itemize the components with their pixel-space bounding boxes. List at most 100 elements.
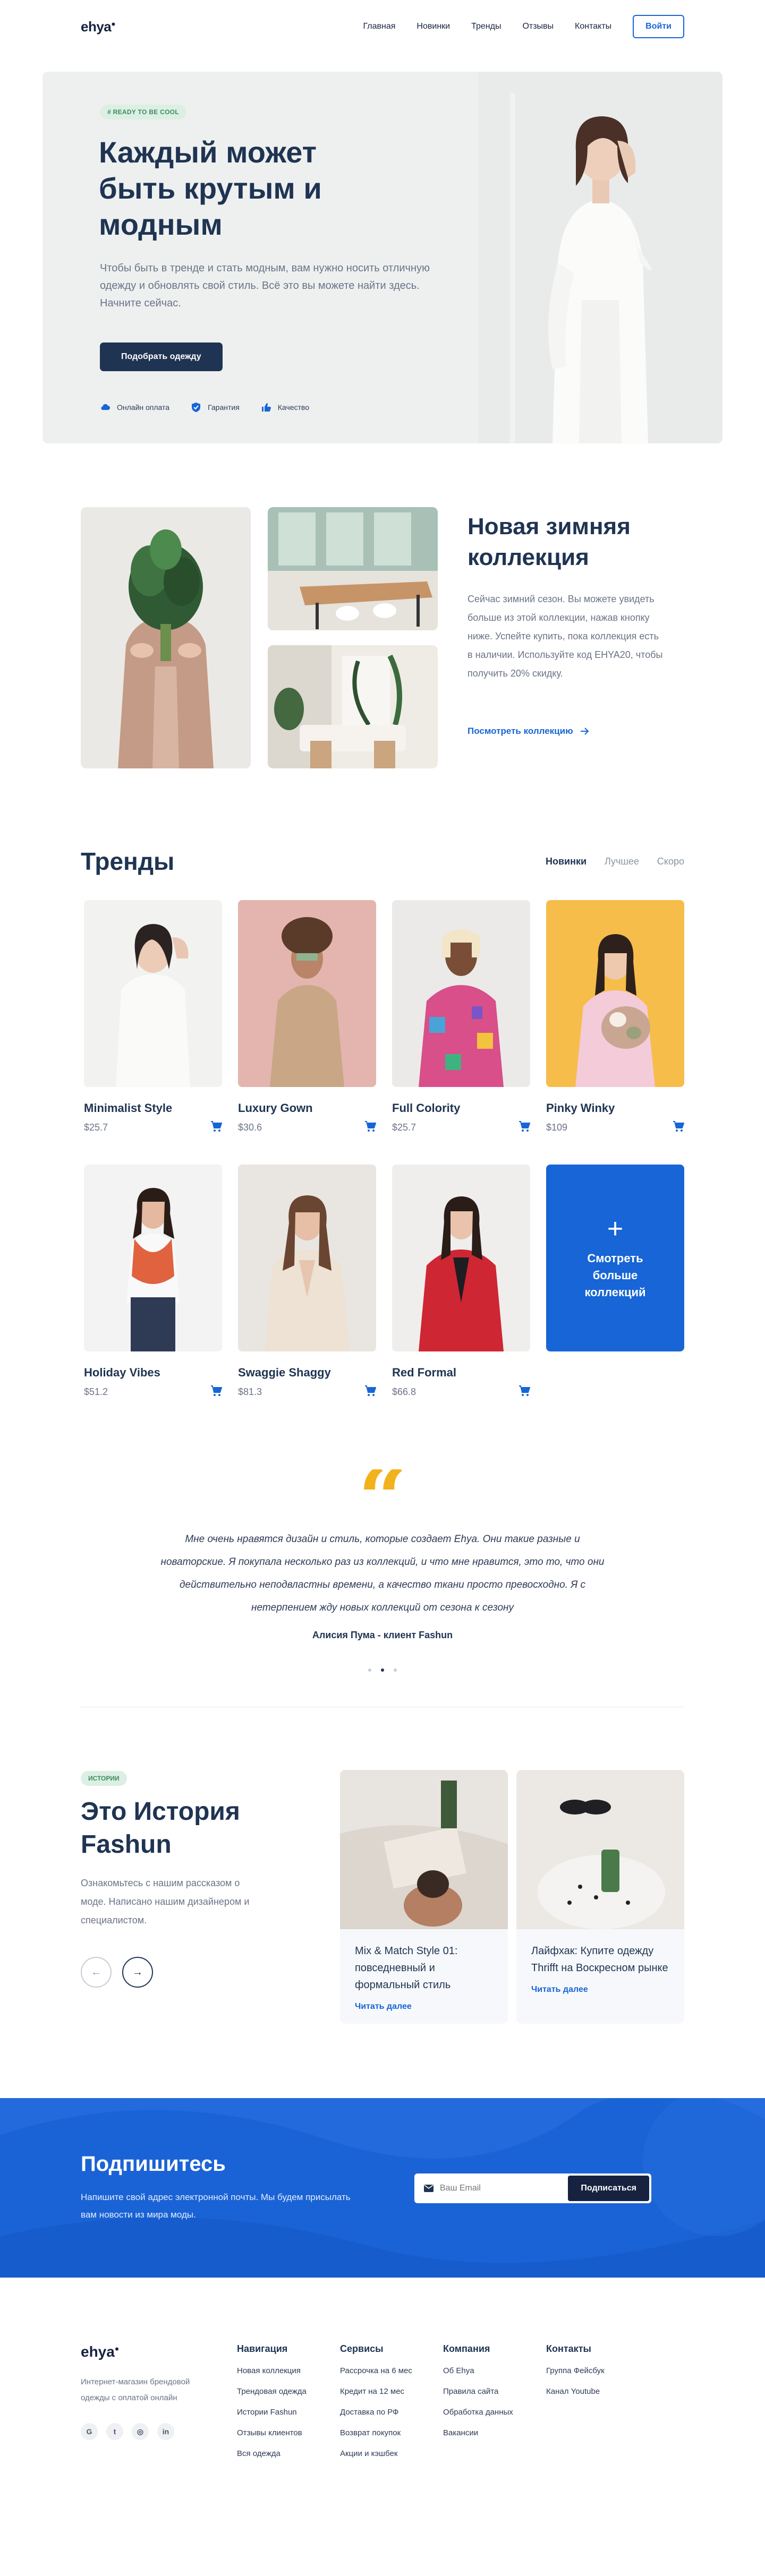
footer-link[interactable]: Возврат покупок [340,2428,412,2437]
product-price: $109 [546,1122,568,1133]
read-more-link[interactable]: Читать далее [531,1985,669,1995]
google-icon[interactable]: G [81,2423,98,2440]
product-name[interactable]: Minimalist Style [84,1101,222,1115]
linkedin-icon[interactable]: in [157,2423,174,2440]
product-name[interactable]: Holiday Vibes [84,1366,222,1380]
footer-link[interactable]: Трендовая одежда [237,2387,307,2396]
product-name[interactable]: Red Formal [392,1366,530,1380]
add-to-cart-button[interactable] [518,1385,531,1399]
nav-contacts[interactable]: Контакты [575,22,611,31]
footer-link[interactable]: Вакансии [443,2428,513,2437]
product-card[interactable]: Luxury Gown $30.6 [238,900,377,1135]
trends-tabs: Новинки Лучшее Скоро [546,856,684,867]
arrow-left-icon: ← [91,1966,101,1978]
product-price: $81.3 [238,1387,262,1397]
stories-section: ИСТОРИИ Это История Fashun Ознакомьтесь … [81,1770,684,2024]
footer-link[interactable]: Об Ehya [443,2366,513,2375]
footer-link[interactable]: Акции и кэшбек [340,2449,412,2458]
cloud-icon [101,404,110,410]
footer-link[interactable]: Доставка по РФ [340,2408,412,2417]
footer-description: Интернет-магазин брендовой одежды с опла… [81,2377,190,2402]
story-card[interactable]: Mix & Match Style 01: повседневный и фор… [340,1770,508,2024]
subscribe-button[interactable]: Подписаться [568,2176,649,2201]
testimonial-pagination [81,1668,684,1672]
login-button[interactable]: Войти [633,15,684,38]
product-name[interactable]: Full Colority [392,1101,530,1115]
next-arrow-button[interactable]: → [122,1957,153,1988]
add-to-cart-button[interactable] [210,1120,223,1135]
product-card[interactable]: Full Colority $25.7 [392,900,531,1135]
tab-best[interactable]: Лучшее [605,856,639,867]
subscribe-section: Подпишитесь Напишите свой адрес электрон… [0,2098,765,2278]
product-card[interactable]: Swaggie Shaggy $81.3 [238,1165,377,1399]
footer-link[interactable]: Вся одежда [237,2449,307,2458]
product-photo-luxury-gown [238,900,376,1087]
footer-logo-text: ehya [81,2343,115,2360]
collection-photo-interior [268,645,438,768]
product-name[interactable]: Pinky Winky [546,1101,684,1115]
tab-soon[interactable]: Скоро [657,856,684,867]
footer-column-company: Компания Об Ehya Правила сайта Обработка… [443,2343,513,2449]
logo[interactable]: ehya● [81,19,116,35]
product-price: $25.7 [392,1122,416,1133]
mail-icon [424,2185,434,2192]
product-card[interactable]: Red Formal $66.8 [392,1165,531,1399]
nav-reviews[interactable]: Отзывы [522,22,554,31]
arrow-right-icon [580,728,589,735]
view-collection-link[interactable]: Посмотреть коллекцию [468,726,589,737]
product-price: $51.2 [84,1387,108,1397]
footer-link[interactable]: Кредит на 12 мес [340,2387,412,2396]
nav-home[interactable]: Главная [363,22,396,31]
read-more-link[interactable]: Читать далее [355,2002,493,2012]
prev-arrow-button[interactable]: ← [81,1957,112,1988]
footer-link[interactable]: Рассрочка на 6 мес [340,2366,412,2375]
add-to-cart-button[interactable] [364,1385,377,1399]
product-name[interactable]: Swaggie Shaggy [238,1366,376,1380]
product-price: $66.8 [392,1387,416,1397]
pagination-dot-active[interactable] [381,1668,384,1672]
footer-link[interactable]: Истории Fashun [237,2408,307,2417]
logo-dot: ● [114,2344,120,2353]
product-name[interactable]: Luxury Gown [238,1101,376,1115]
add-to-cart-button[interactable] [364,1120,377,1135]
footer-column-title: Контакты [546,2343,591,2354]
product-row: $81.3 [238,1385,377,1399]
story-photo-reading [340,1770,508,1929]
nav-trends[interactable]: Тренды [471,22,501,31]
product-card[interactable]: Minimalist Style $25.7 [84,900,223,1135]
cart-icon [365,1121,377,1132]
hero-features: Онлайн оплата Гарантия Качество [100,402,309,413]
twitter-icon[interactable]: t [106,2423,123,2440]
add-to-cart-button[interactable] [210,1385,223,1399]
story-title[interactable]: Mix & Match Style 01: повседневный и фор… [355,1942,493,1993]
subscribe-text: Напишите свой адрес электронной почты. М… [81,2192,351,2220]
story-card[interactable]: Лайфхак: Купите одежду Thrifft на Воскре… [516,1770,684,2024]
footer-link[interactable]: Группа Фейсбук [546,2366,605,2375]
feature-label: Гарантия [208,403,240,412]
product-photo-red-formal [392,1165,530,1351]
add-to-cart-button[interactable] [673,1120,685,1135]
pagination-dot[interactable] [368,1668,371,1672]
main-nav: Главная Новинки Тренды Отзывы Контакты В… [363,15,684,38]
footer-logo[interactable]: ehya● [81,2343,119,2360]
nav-new[interactable]: Новинки [416,22,450,31]
footer-link[interactable]: Отзывы клиентов [237,2428,307,2437]
tab-new[interactable]: Новинки [546,856,586,867]
email-input[interactable] [440,2184,568,2193]
footer-link[interactable]: Новая коллекция [237,2366,307,2375]
view-more-collections-button[interactable]: + Смотреть больше коллекций [546,1165,684,1351]
instagram-icon[interactable]: ◎ [132,2423,149,2440]
testimonial-text: Мне очень нравятся дизайн и стиль, котор… [160,1534,605,1613]
footer-link[interactable]: Канал Youtube [546,2387,605,2396]
footer-link[interactable]: Обработка данных [443,2408,513,2417]
story-title[interactable]: Лайфхак: Купите одежду Thrifft на Воскре… [531,1942,669,1976]
stories-text: Ознакомьтесь с нашим рассказом о моде. Н… [81,1878,250,1925]
add-to-cart-button[interactable] [518,1120,531,1135]
pick-clothes-button[interactable]: Подобрать одежду [100,343,223,371]
footer-link[interactable]: Правила сайта [443,2387,513,2396]
story-body: Mix & Match Style 01: повседневный и фор… [340,1932,508,2022]
product-card[interactable]: Pinky Winky $109 [546,900,685,1135]
pagination-dot[interactable] [394,1668,397,1672]
product-card[interactable]: Holiday Vibes $51.2 [84,1165,223,1399]
cart-icon [211,1121,223,1132]
